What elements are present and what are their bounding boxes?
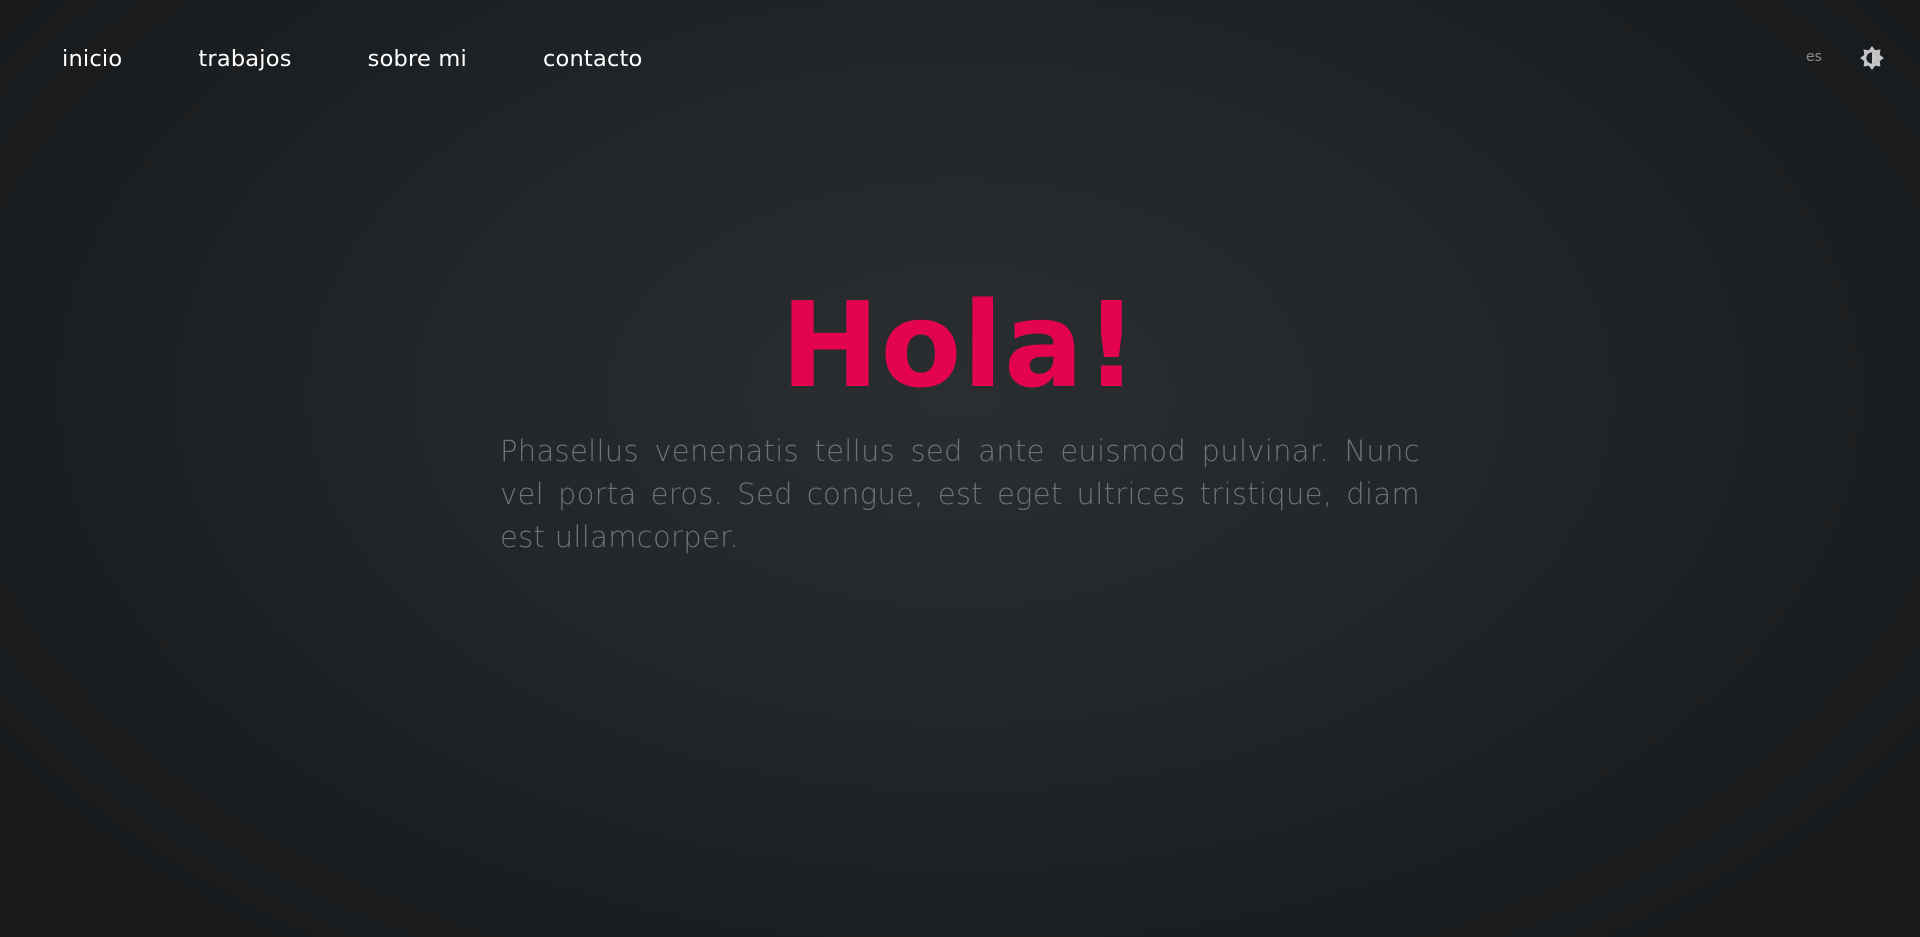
- nav-item-contacto[interactable]: contacto: [543, 44, 643, 74]
- hero-section: Hola! Phasellus venenatis tellus sed ant…: [500, 275, 1420, 559]
- hero-title: Hola!: [780, 276, 1140, 414]
- main-nav: inicio trabajos sobre mi contacto: [62, 44, 643, 74]
- hero-description: Phasellus venenatis tellus sed ante euis…: [500, 434, 1420, 554]
- nav-item-inicio[interactable]: inicio: [62, 44, 122, 74]
- language-switch[interactable]: es: [1806, 48, 1822, 66]
- nav-item-trabajos[interactable]: trabajos: [198, 44, 291, 74]
- brightness-icon: [1860, 46, 1884, 70]
- theme-toggle-button[interactable]: [1859, 45, 1885, 71]
- nav-item-sobre-mi[interactable]: sobre mi: [368, 44, 467, 74]
